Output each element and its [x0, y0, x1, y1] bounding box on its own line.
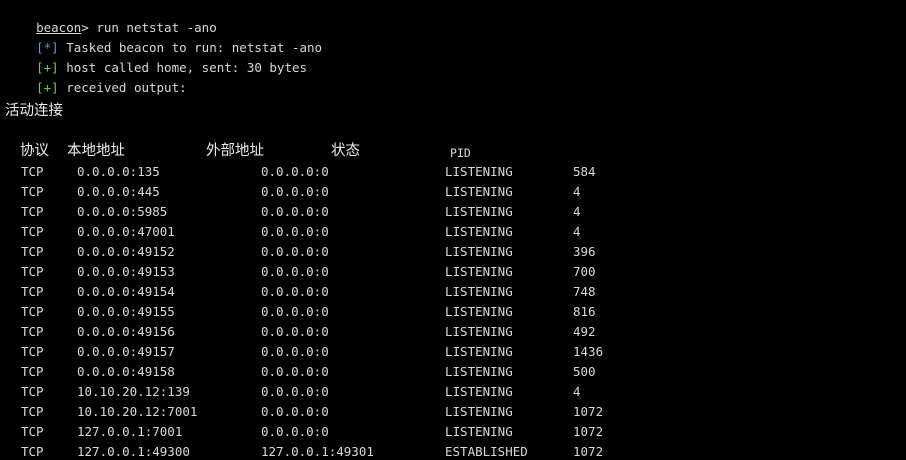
cell-local-address: 127.0.0.1:49300 [77, 444, 190, 459]
cell-state: LISTENING [445, 244, 513, 259]
cell-state: LISTENING [445, 344, 513, 359]
cell-pid: 816 [573, 304, 596, 319]
cell-protocol: TCP [21, 244, 44, 259]
cell-state: LISTENING [445, 184, 513, 199]
cell-pid: 396 [573, 244, 596, 259]
cell-foreign-address: 0.0.0.0:0 [261, 184, 329, 199]
cell-protocol: TCP [21, 164, 44, 179]
cell-protocol: TCP [21, 444, 44, 459]
cell-foreign-address: 0.0.0.0:0 [261, 264, 329, 279]
terminal-output[interactable]: beacon> run netstat -ano [*] Tasked beac… [0, 0, 906, 459]
cell-foreign-address: 0.0.0.0:0 [261, 204, 329, 219]
cell-local-address: 10.10.20.12:139 [77, 384, 190, 399]
cell-pid: 748 [573, 284, 596, 299]
output-text: received output: [58, 80, 187, 95]
cell-foreign-address: 0.0.0.0:0 [261, 384, 329, 399]
header-state: 状态 [331, 143, 360, 159]
cell-state: LISTENING [445, 304, 513, 319]
cell-local-address: 0.0.0.0:47001 [77, 224, 175, 239]
cell-foreign-address: 0.0.0.0:0 [261, 244, 329, 259]
cell-protocol: TCP [21, 224, 44, 239]
cell-protocol: TCP [21, 364, 44, 379]
cell-protocol: TCP [21, 184, 44, 199]
cell-protocol: TCP [21, 324, 44, 339]
cell-local-address: 0.0.0.0:135 [77, 164, 160, 179]
cell-state: LISTENING [445, 364, 513, 379]
cell-pid: 584 [573, 164, 596, 179]
cell-foreign-address: 0.0.0.0:0 [261, 164, 329, 179]
cell-protocol: TCP [21, 264, 44, 279]
cell-protocol: TCP [21, 284, 44, 299]
cell-local-address: 0.0.0.0:49157 [77, 344, 175, 359]
cell-pid: 492 [573, 324, 596, 339]
cell-protocol: TCP [21, 304, 44, 319]
cell-foreign-address: 0.0.0.0:0 [261, 304, 329, 319]
cell-state: LISTENING [445, 324, 513, 339]
cell-state: LISTENING [445, 284, 513, 299]
cell-foreign-address: 127.0.0.1:49301 [261, 444, 374, 459]
cell-local-address: 0.0.0.0:49158 [77, 364, 175, 379]
cell-pid: 1072 [573, 444, 604, 459]
cell-protocol: TCP [21, 424, 44, 439]
cell-pid: 500 [573, 364, 596, 379]
cell-local-address: 0.0.0.0:49152 [77, 244, 175, 259]
cell-foreign-address: 0.0.0.0:0 [261, 424, 329, 439]
cell-local-address: 0.0.0.0:445 [77, 184, 160, 199]
cell-state: LISTENING [445, 404, 513, 419]
cell-protocol: TCP [21, 404, 44, 419]
header-local-address: 本地地址 [67, 143, 125, 159]
cell-local-address: 0.0.0.0:49153 [77, 264, 175, 279]
cell-local-address: 127.0.0.1:7001 [77, 424, 183, 439]
cell-local-address: 10.10.20.12:7001 [77, 404, 198, 419]
section-title: 活动连接 [5, 103, 63, 119]
cell-pid: 700 [573, 264, 596, 279]
cell-pid: 4 [573, 184, 581, 199]
cell-local-address: 0.0.0.0:5985 [77, 204, 168, 219]
cell-protocol: TCP [21, 344, 44, 359]
cell-state: LISTENING [445, 384, 513, 399]
header-foreign-address: 外部地址 [206, 143, 264, 159]
cell-state: ESTABLISHED [445, 444, 528, 459]
cell-foreign-address: 0.0.0.0:0 [261, 344, 329, 359]
cell-pid: 1072 [573, 404, 604, 419]
cell-pid: 4 [573, 204, 581, 219]
cell-foreign-address: 0.0.0.0:0 [261, 324, 329, 339]
cell-pid: 4 [573, 384, 581, 399]
cell-local-address: 0.0.0.0:49154 [77, 284, 175, 299]
cell-pid: 4 [573, 224, 581, 239]
cell-protocol: TCP [21, 204, 44, 219]
cell-pid: 1436 [573, 344, 604, 359]
header-pid: PID [450, 146, 471, 160]
cell-foreign-address: 0.0.0.0:0 [261, 404, 329, 419]
cell-state: LISTENING [445, 264, 513, 279]
header-protocol: 协议 [20, 143, 49, 159]
cell-state: LISTENING [445, 424, 513, 439]
cell-state: LISTENING [445, 224, 513, 239]
cell-foreign-address: 0.0.0.0:0 [261, 284, 329, 299]
cell-foreign-address: 0.0.0.0:0 [261, 364, 329, 379]
cell-state: LISTENING [445, 204, 513, 219]
ok-tag: [+] [36, 80, 59, 95]
cell-local-address: 0.0.0.0:49156 [77, 324, 175, 339]
cell-foreign-address: 0.0.0.0:0 [261, 224, 329, 239]
cell-state: LISTENING [445, 164, 513, 179]
cell-protocol: TCP [21, 384, 44, 399]
cell-pid: 1072 [573, 424, 604, 439]
cell-local-address: 0.0.0.0:49155 [77, 304, 175, 319]
